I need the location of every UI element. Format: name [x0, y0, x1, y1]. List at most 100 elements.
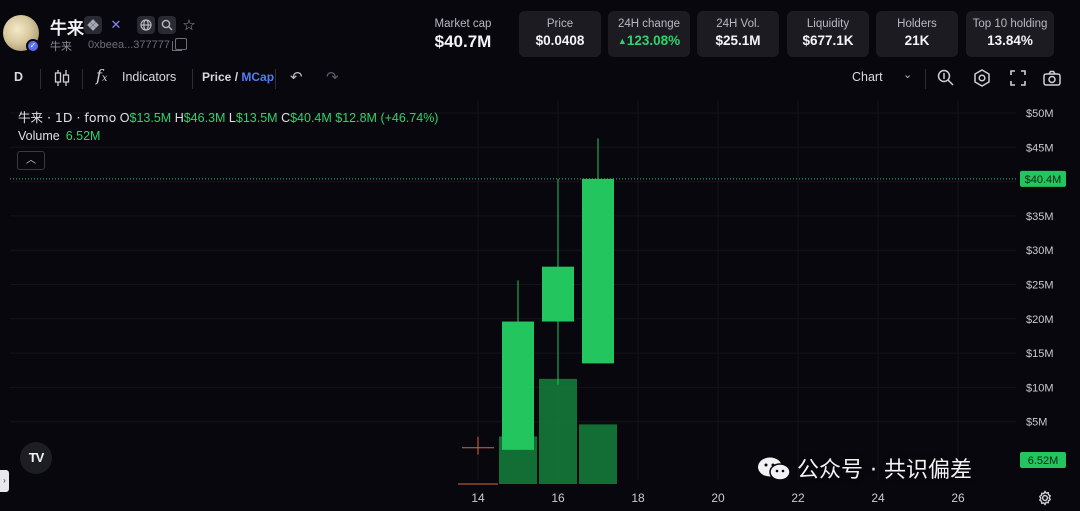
- camera-snapshot-icon[interactable]: [1042, 68, 1062, 88]
- volume-legend: Volume 6.52M: [18, 129, 100, 143]
- last-price-label: $40.4M: [1025, 174, 1062, 186]
- price-chart[interactable]: $5M$10M$15M$20M$25M$30M$35M$40M$45M$50M1…: [0, 96, 1080, 511]
- binance-icon[interactable]: [84, 16, 102, 34]
- legend-c-label: C: [281, 111, 291, 125]
- ohlc-legend: 牛来 · 1D · fomo O$13.5M H$46.3M L$13.5M C…: [18, 107, 438, 126]
- stat-value: $0.0408: [535, 33, 585, 48]
- x-tick-label: 14: [471, 491, 485, 505]
- undo-icon[interactable]: ↶: [290, 68, 303, 86]
- search-icon[interactable]: [158, 16, 176, 34]
- stat-value: $677.1K: [802, 33, 854, 48]
- redo-icon[interactable]: ↷: [326, 68, 339, 86]
- fullscreen-icon[interactable]: [1008, 68, 1028, 88]
- x-tick-label: 16: [551, 491, 565, 505]
- volume-bar: [579, 424, 617, 484]
- settings-hexagon-icon[interactable]: [972, 68, 992, 88]
- indicators-button[interactable]: Indicators: [122, 70, 176, 84]
- wechat-icon: [758, 457, 791, 481]
- stat-value: $40.7M: [434, 32, 492, 51]
- copy-icon[interactable]: [172, 38, 187, 51]
- x-tick-label: 18: [631, 491, 645, 505]
- legend-l-label: L: [228, 111, 236, 125]
- legend-low: $13.5M: [235, 111, 278, 125]
- side-panel-toggle[interactable]: ›: [0, 470, 9, 492]
- stat-value: ▲123.08%: [608, 33, 690, 48]
- legend-open: $13.5M: [129, 111, 172, 125]
- candle-body: [502, 321, 534, 450]
- x-tick-label: 26: [951, 491, 965, 505]
- token-name: 牛来: [50, 19, 84, 39]
- y-tick-label: $20M: [1026, 314, 1054, 326]
- y-tick-label: $30M: [1026, 245, 1054, 257]
- token-header: ✓ 牛来 牛来 0xbeea...377777 ✕ ☆ Market cap $…: [0, 0, 1080, 62]
- toolbar-divider: [192, 69, 193, 89]
- zoom-search-icon[interactable]: [936, 68, 956, 88]
- x-tick-label: 20: [711, 491, 725, 505]
- contract-address[interactable]: 0xbeea...377777: [88, 39, 170, 51]
- chart-toolbar: D fx Indicators Price / MCap ↶ ↷ Chart ⌄: [0, 64, 1080, 94]
- y-tick-label: $10M: [1026, 382, 1054, 394]
- stat-label: Market cap: [434, 18, 492, 30]
- chart-type-dropdown[interactable]: Chart: [852, 70, 883, 84]
- stat-label: Holders: [897, 18, 937, 30]
- y-tick-label: $15M: [1026, 348, 1054, 360]
- legend-symbol: 牛来 · 1D · fomo: [18, 110, 117, 125]
- token-symbol: 牛来: [50, 40, 72, 53]
- legend-o-label: O: [119, 111, 130, 125]
- tradingview-logo[interactable]: TV: [20, 442, 52, 474]
- watermark-text: 公众号 · 共识偏差: [797, 458, 972, 483]
- candle-body: [542, 266, 574, 322]
- stat-value: $25.1M: [715, 33, 761, 48]
- stat-liquidity: Liquidity $677.1K: [787, 11, 869, 57]
- y-tick-label: $50M: [1026, 108, 1054, 120]
- price-mcap-toggle[interactable]: Price / MCap: [202, 70, 274, 84]
- legend-change: $12.8M (+46.74%): [335, 111, 439, 125]
- x-tick-label: 24: [871, 491, 885, 505]
- verified-badge-icon: ✓: [26, 39, 40, 53]
- toggle-separator: /: [234, 70, 239, 84]
- stat-label: 24H Vol.: [716, 18, 760, 30]
- indicators-fx-icon[interactable]: fx: [96, 66, 108, 85]
- toolbar-divider: [925, 69, 926, 89]
- volume-label: Volume: [18, 129, 60, 143]
- legend-h-label: H: [174, 111, 184, 125]
- collapse-legend-button[interactable]: ︿: [17, 151, 45, 170]
- mcap-toggle-label: MCap: [241, 70, 275, 84]
- chart-settings-gear-icon[interactable]: [1037, 490, 1053, 506]
- volume-value-label: 6.52M: [1028, 455, 1059, 467]
- interval-selector[interactable]: D: [14, 70, 23, 84]
- stat-label: 24H change: [617, 18, 681, 30]
- stat-value: 21K: [904, 33, 930, 48]
- candle-body: [582, 178, 614, 364]
- toolbar-divider: [82, 69, 83, 89]
- legend-high: $46.3M: [183, 111, 226, 125]
- volume-value: 6.52M: [65, 129, 101, 143]
- candle-type-icon[interactable]: [53, 68, 71, 88]
- favorite-star-icon[interactable]: ☆: [180, 16, 198, 34]
- x-tick-label: 22: [791, 491, 805, 505]
- stat-label: Liquidity: [806, 18, 850, 30]
- stat-24h-change: 24H change ▲123.08%: [608, 11, 690, 57]
- stat-top10-holding: Top 10 holding 13.84%: [966, 11, 1054, 57]
- toolbar-divider: [40, 69, 41, 89]
- stat-market-cap: Market cap $40.7M: [424, 11, 502, 57]
- y-tick-label: $25M: [1026, 280, 1054, 292]
- stat-value-text: 123.08%: [626, 33, 681, 48]
- stat-price: Price $0.0408: [519, 11, 601, 57]
- stat-value: 13.84%: [987, 33, 1033, 48]
- y-tick-label: $35M: [1026, 211, 1054, 223]
- trend-up-icon: ▲: [617, 36, 627, 46]
- legend-close: $40.4M: [290, 111, 332, 125]
- chevron-down-icon[interactable]: ⌄: [903, 68, 912, 81]
- volume-bar: [539, 378, 577, 484]
- globe-icon[interactable]: [137, 16, 155, 34]
- y-tick-label: $5M: [1026, 417, 1047, 429]
- stat-24h-volume: 24H Vol. $25.1M: [697, 11, 779, 57]
- x-social-icon[interactable]: ✕: [107, 16, 125, 34]
- stat-label: Top 10 holding: [972, 18, 1048, 30]
- toolbar-divider: [275, 69, 276, 89]
- stat-label: Price: [546, 18, 574, 30]
- stat-holders: Holders 21K: [876, 11, 958, 57]
- y-tick-label: $45M: [1026, 142, 1054, 154]
- price-toggle-label: Price: [202, 70, 232, 84]
